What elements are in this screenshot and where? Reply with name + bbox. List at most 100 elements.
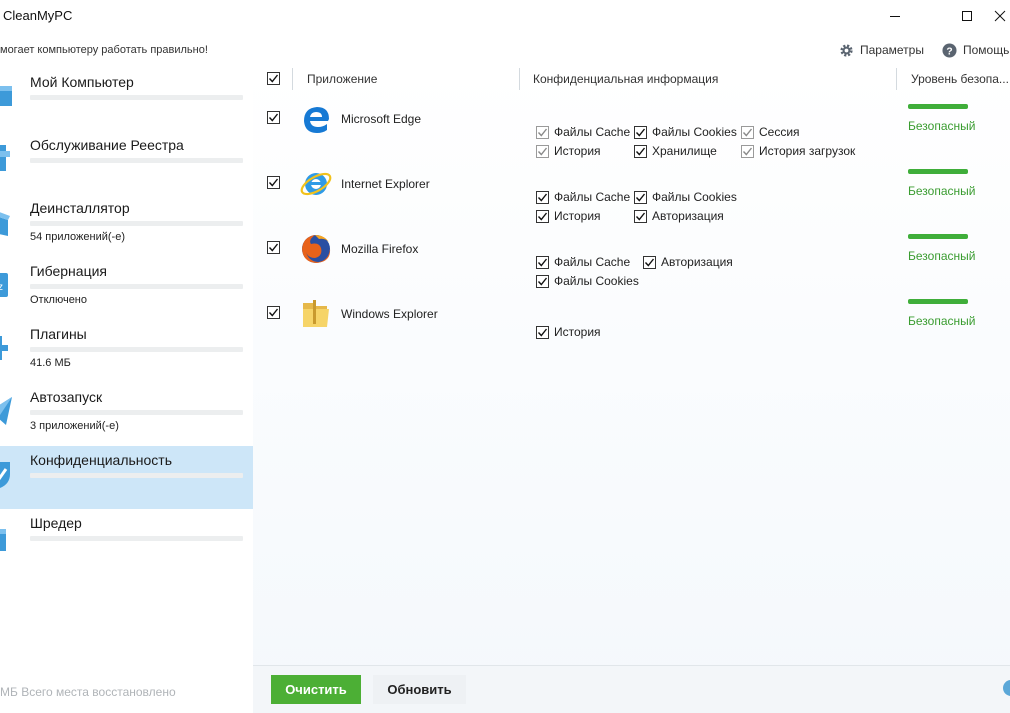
svg-text:z: z [0,282,3,293]
space-recovered-note: МБ Всего места восстановлено [0,685,176,699]
privacy-item-checkbox[interactable] [634,190,647,204]
sidebar-item-4[interactable]: Плагины 41.6 МБ [0,320,253,383]
select-all-checkbox[interactable] [267,72,280,85]
privacy-item[interactable]: Авторизация [643,255,733,269]
privacy-item-checkbox[interactable] [536,255,549,269]
refresh-button[interactable]: Обновить [373,675,466,704]
uninstaller-icon [0,206,16,238]
privacy-item-checkbox[interactable] [536,325,549,339]
security-status: Безопасный [908,119,976,133]
security-status: Безопасный [908,314,976,328]
row-checkbox[interactable] [267,176,280,189]
privacy-item[interactable]: Файлы Cookies [634,190,737,204]
checkmark-icon [268,113,279,122]
privacy-item-checkbox[interactable] [643,255,656,269]
privacy-item[interactable]: Файлы Cache [536,255,630,269]
security-status: Безопасный [908,184,976,198]
privacy-item-checkbox[interactable] [536,190,549,204]
column-header-security[interactable]: Уровень безопа... [911,72,1009,86]
sidebar-item-progress [30,473,243,478]
column-header-privacy[interactable]: Конфиденциальная информация [533,72,718,86]
privacy-item-label: Файлы Cookies [652,190,737,204]
table-row: Mozilla Firefox Файлы Cache Авторизация Фай… [253,220,1010,288]
checkmark-icon [268,308,279,317]
folder-icon [299,297,333,331]
row-checkbox[interactable] [267,306,280,319]
privacy-item-label: Файлы Cache [554,190,631,204]
privacy-item-checkbox[interactable] [634,125,647,139]
sidebar-item-5[interactable]: Автозапуск 3 приложений(-е) [0,383,253,446]
sidebar-item-progress [30,95,243,100]
sidebar-item-progress [30,284,243,289]
maximize-button[interactable] [944,0,990,32]
sidebar-item-label: Конфиденциальность [30,452,173,468]
window-title: CleanMyPC [3,8,73,23]
row-checkbox[interactable] [267,241,280,254]
gear-icon [838,42,854,58]
sidebar-item-label: Гибернация [30,263,107,279]
security-level-bar [908,234,968,239]
clean-button[interactable]: Очистить [271,675,361,704]
sidebar-item-label: Шредер [30,515,82,531]
sidebar-item-6[interactable]: Конфиденциальность [0,446,253,509]
app-header: могает компьютеру работать правильно! Па… [0,32,1010,68]
settings-link[interactable]: Параметры [838,42,924,58]
privacy-item[interactable]: История [536,325,601,339]
minimize-button[interactable] [872,0,918,32]
privacy-item-label: История [554,325,601,339]
sidebar-item-status: Отключено [30,294,87,306]
help-icon: ? [941,42,957,58]
column-separator [519,68,520,90]
ie-icon [299,167,333,201]
privacy-item[interactable]: Файлы Cookies [634,125,737,139]
help-link[interactable]: ? Помощь [941,42,1009,58]
privacy-item-label: Файлы Cookies [652,125,737,139]
sidebar-item-progress [30,221,243,226]
svg-text:?: ? [946,46,952,57]
close-button[interactable] [990,0,1010,32]
privacy-item[interactable]: Файлы Cache [536,190,630,204]
sidebar-item-2[interactable]: Деинсталлятор 54 приложений(-е) [0,194,253,257]
privacy-item-checkbox[interactable] [741,125,754,139]
app-name: Windows Explorer [341,307,438,321]
privacy-item-label: Файлы Cache [554,255,631,269]
table-row: Internet Explorer Файлы Cache Файлы Cookie… [253,155,1010,223]
help-label: Помощь [963,43,1010,57]
column-separator [896,68,897,90]
privacy-item[interactable]: Файлы Cache [536,125,630,139]
sidebar-item-0[interactable]: Мой Компьютер [0,68,253,131]
app-tagline: могает компьютеру работать правильно! [0,44,208,56]
privacy-item-checkbox[interactable] [536,125,549,139]
security-level-bar [908,104,968,109]
security-level-bar [908,169,968,174]
checkmark-icon [268,178,279,187]
checkmark-icon [537,258,548,267]
sidebar-item-3[interactable]: z Гибернация Отключено [0,257,253,320]
firefox-icon [299,232,333,266]
column-header-app[interactable]: Приложение [307,72,377,86]
sidebar-item-7[interactable]: Шредер [0,509,253,572]
app-name: Microsoft Edge [341,112,422,126]
sidebar-item-status: 3 приложений(-е) [30,420,119,432]
action-bar: Очистить Обновить [253,665,1010,713]
title-bar: CleanMyPC [0,0,1010,32]
privacy-panel: Приложение Конфиденциальная информация У… [253,68,1010,713]
info-icon[interactable] [1003,680,1010,696]
app-name: Mozilla Firefox [341,242,419,256]
sidebar-item-progress [30,410,243,415]
autorun-icon [0,395,16,427]
sidebar-item-label: Обслуживание Реестра [30,137,184,153]
shredder-icon [0,521,16,553]
sidebar: Мой Компьютер Обслуживание Реестра Деинста… [0,68,253,713]
plugins-icon [0,332,16,364]
checkmark-icon [635,128,646,137]
privacy-item[interactable]: Сессия [741,125,800,139]
app-window: CleanMyPC могает компьютеру работать пра… [0,0,1010,713]
sidebar-item-1[interactable]: Обслуживание Реестра [0,131,253,194]
table-row: Windows Explorer История Безопасный [253,285,1010,350]
privacy-item-label: Авторизация [661,255,733,269]
privacy-item-label: Сессия [759,125,800,139]
maximize-icon [962,11,972,21]
row-checkbox[interactable] [267,111,280,124]
sidebar-item-label: Мой Компьютер [30,74,134,90]
